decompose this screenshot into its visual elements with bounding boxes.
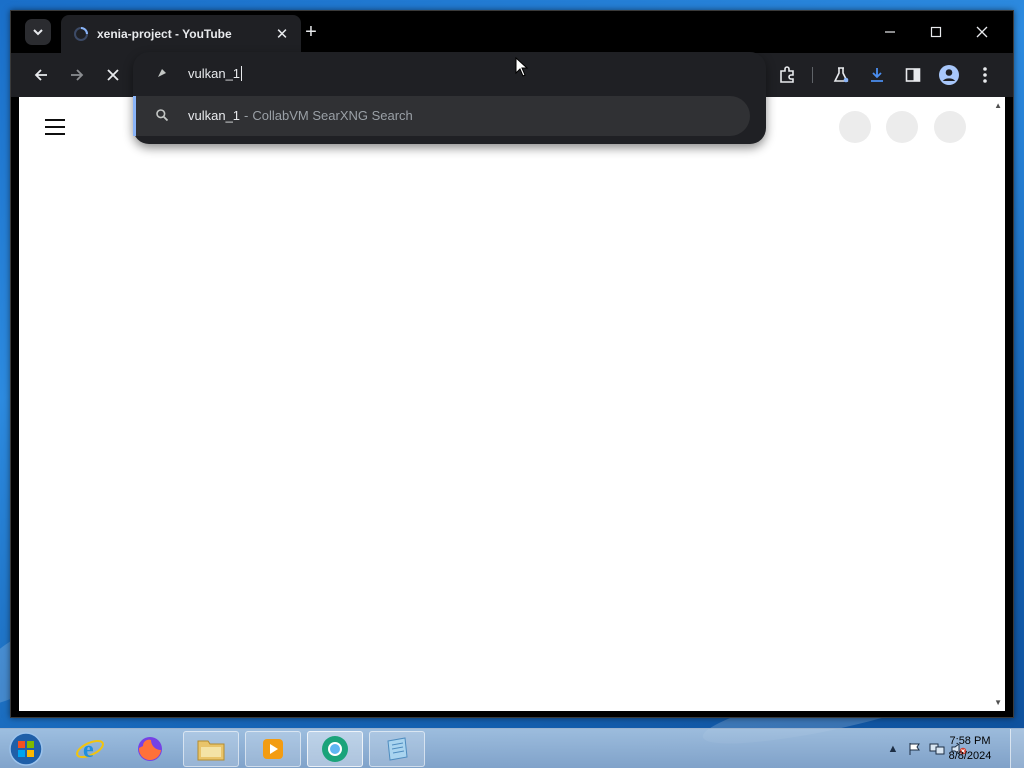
page-scrollbar[interactable]: ▲ ▼: [991, 97, 1005, 711]
chromium-icon: [322, 736, 348, 762]
minimize-icon: [885, 31, 895, 33]
suggestion-engine: CollabVM SearXNG Search: [252, 108, 413, 123]
guide-menu-button[interactable]: [45, 119, 65, 140]
svg-text:e: e: [83, 737, 94, 763]
suggestion-text: vulkan_1- CollabVM SearXNG Search: [188, 108, 413, 123]
loading-placeholder-circle: [886, 111, 918, 143]
back-button[interactable]: [29, 63, 53, 87]
omnibox-dropdown: vulkan_1 vulkan_1- CollabVM SearXNG Searc…: [133, 52, 766, 144]
notepad-icon: [387, 737, 408, 761]
scroll-up-arrow-icon[interactable]: ▲: [994, 101, 1002, 110]
show-desktop-button[interactable]: [1010, 729, 1024, 768]
chevron-down-icon: [33, 29, 43, 36]
media-player-icon: [263, 739, 283, 759]
folder-icon: [197, 740, 225, 761]
downloads-button[interactable]: [865, 63, 889, 87]
profile-button[interactable]: [937, 63, 961, 87]
side-panel-button[interactable]: [901, 63, 925, 87]
selection-indicator: [133, 96, 136, 136]
tab-search-button[interactable]: [25, 19, 51, 45]
mouse-cursor-icon: [515, 57, 529, 77]
labs-button[interactable]: [829, 63, 853, 87]
close-icon: [976, 26, 988, 38]
internet-explorer-icon: e: [76, 737, 104, 763]
loading-placeholder-circle: [934, 111, 966, 143]
tab-title: xenia-project - YouTube: [97, 27, 232, 41]
action-center-flag-icon[interactable]: [906, 740, 924, 758]
taskbar-file-explorer[interactable]: [183, 731, 239, 767]
taskbar: e ▲ 7:58 PM 8/8/2024: [0, 728, 1024, 768]
menu-button[interactable]: [973, 63, 997, 87]
address-input[interactable]: vulkan_1: [188, 66, 243, 81]
side-panel-icon: [905, 68, 921, 82]
stop-x-icon: [107, 69, 119, 81]
tab-youtube[interactable]: xenia-project - YouTube ✕: [61, 15, 301, 53]
hamburger-line: [45, 126, 65, 128]
clock-time: 7:58 PM: [949, 735, 991, 747]
flag-icon: [909, 743, 920, 755]
clock-date: 8/8/2024: [948, 750, 992, 762]
forward-button[interactable]: [65, 63, 89, 87]
hamburger-line: [45, 133, 65, 135]
stop-loading-button[interactable]: [101, 63, 125, 87]
address-input-text: vulkan_1: [188, 66, 241, 81]
toolbar-divider: [812, 67, 813, 83]
download-icon: [871, 68, 883, 82]
more-vertical-icon: [983, 67, 987, 83]
tab-close-button[interactable]: ✕: [273, 25, 291, 43]
taskbar-internet-explorer[interactable]: e: [62, 731, 118, 767]
loading-placeholder-circle: [839, 111, 871, 143]
suggestion-query: vulkan_1: [188, 108, 241, 123]
maximize-icon: [930, 26, 942, 38]
arrow-right-icon: [71, 69, 84, 81]
taskbar-firefox[interactable]: [122, 731, 178, 767]
address-bar[interactable]: vulkan_1: [133, 52, 766, 96]
new-tab-button[interactable]: +: [299, 20, 323, 44]
text-caret: [241, 66, 243, 81]
show-hidden-icons-icon[interactable]: ▲: [884, 740, 902, 758]
minimize-button[interactable]: [867, 17, 913, 47]
site-info-icon: [158, 69, 166, 77]
omnibox-suggestion[interactable]: vulkan_1- CollabVM SearXNG Search: [133, 96, 750, 136]
taskbar-chromium[interactable]: [307, 731, 363, 767]
start-button[interactable]: [6, 730, 46, 768]
firefox-icon: [138, 737, 162, 761]
page-content: ▲ ▼: [19, 97, 1005, 711]
search-icon: [156, 109, 169, 122]
hamburger-line: [45, 119, 65, 121]
suggestion-separator: -: [244, 108, 249, 123]
flask-icon: [833, 67, 849, 83]
profile-avatar-icon: [939, 65, 959, 85]
taskbar-notepad[interactable]: [369, 731, 425, 767]
taskbar-clock[interactable]: 7:58 PM 8/8/2024: [942, 734, 998, 764]
extensions-button[interactable]: [775, 63, 799, 87]
tab-strip: xenia-project - YouTube ✕ +: [11, 11, 1013, 53]
scroll-down-arrow-icon[interactable]: ▼: [994, 698, 1002, 707]
taskbar-media-player[interactable]: [245, 731, 301, 767]
puzzle-piece-icon: [780, 66, 794, 83]
arrow-left-icon: [34, 69, 47, 81]
close-window-button[interactable]: [959, 17, 1005, 47]
loading-spinner-icon: [74, 27, 88, 41]
maximize-button[interactable]: [913, 17, 959, 47]
